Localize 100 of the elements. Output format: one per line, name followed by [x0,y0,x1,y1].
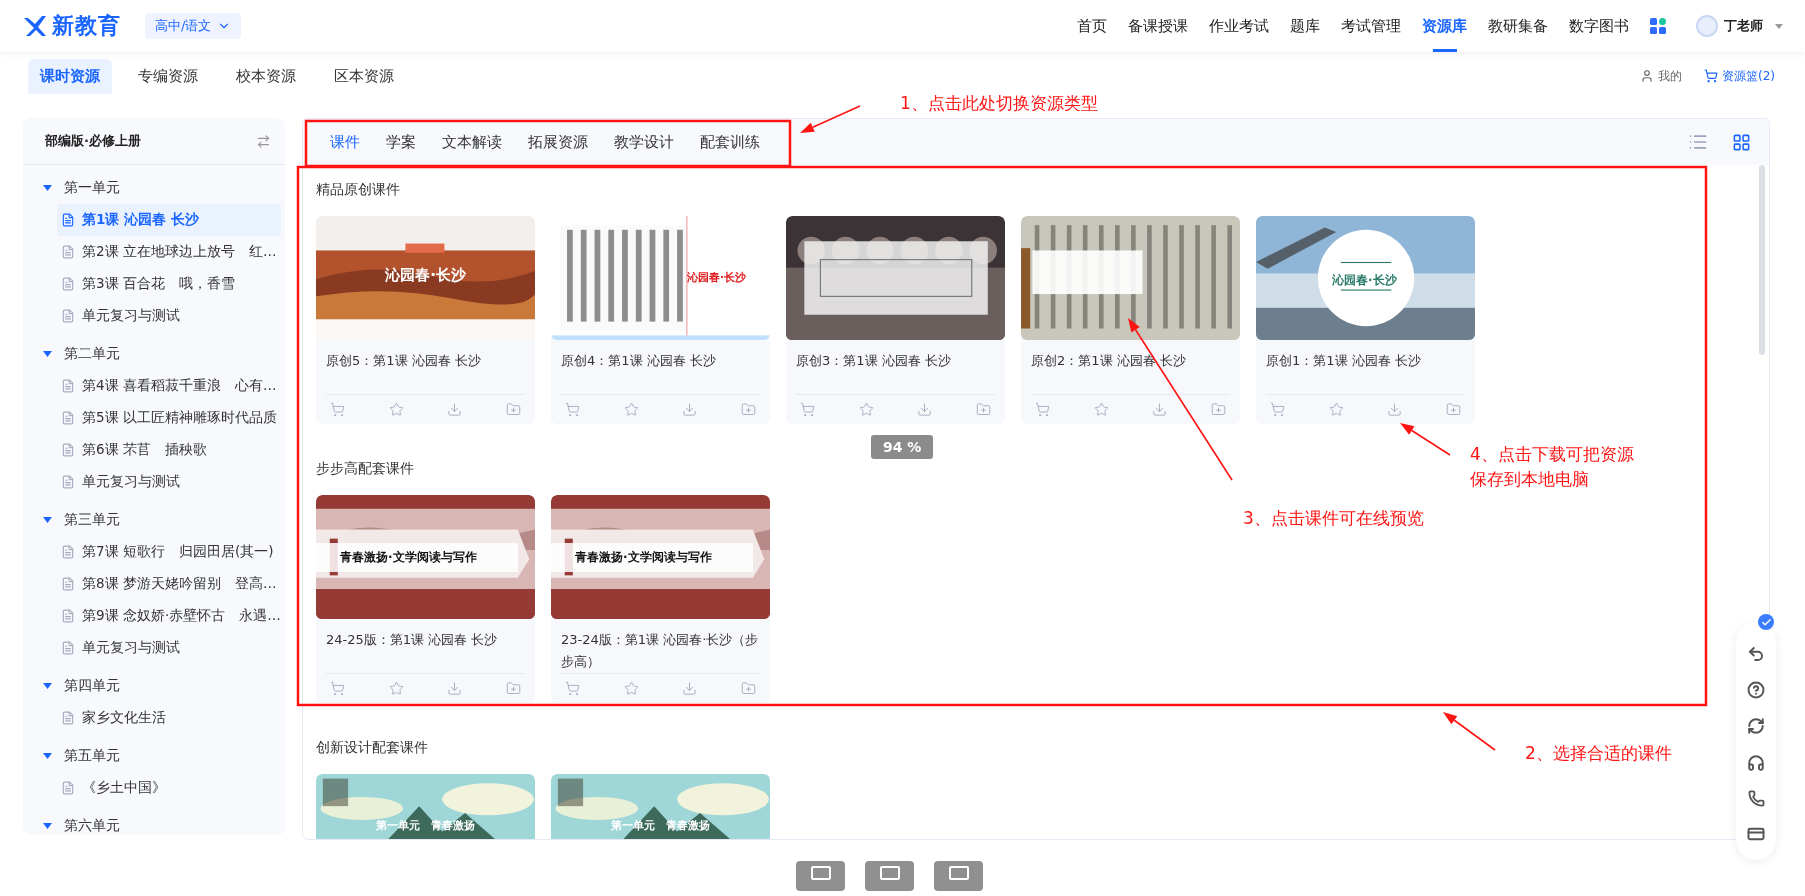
control-button[interactable] [796,861,845,891]
folder-button[interactable] [505,681,521,696]
resource-tab[interactable]: 课时资源 [28,58,112,94]
unit-label[interactable]: 第三单元 [64,511,120,529]
nav-item[interactable]: 考试管理 [1341,0,1401,52]
star-button[interactable] [1093,402,1109,417]
list-view-icon[interactable] [1688,132,1708,152]
lesson-item[interactable]: 第2课 立在地球边上放号 红… [57,236,281,268]
folder-button[interactable] [740,402,756,417]
resource-card[interactable]: 沁园春·长沙 原创4：第1课 沁园春 长沙 [551,216,770,424]
sidebar-title: 部编版·必修上册 [45,132,141,150]
my-link[interactable]: 我的 [1640,67,1682,85]
star-button[interactable] [623,402,639,417]
nav-item[interactable]: 教研集备 [1488,0,1548,52]
headset-icon[interactable] [1747,753,1765,772]
unit-label[interactable]: 第六单元 [64,817,120,835]
lesson-item[interactable]: 第7课 短歌行 归园田居(其一) [57,536,281,568]
resource-card[interactable]: 原创2：第1课 沁园春 长沙 [1021,216,1240,424]
lesson-item[interactable]: 第8课 梦游天姥吟留别 登高… [57,568,281,600]
user-name[interactable]: 丁老师 [1724,17,1763,35]
scrollbar[interactable] [1759,165,1765,355]
star-button[interactable] [388,681,404,696]
download-button[interactable] [447,681,463,696]
grid-view-icon[interactable] [1732,132,1751,152]
caret-icon[interactable] [43,517,52,523]
unit-label[interactable]: 第四单元 [64,677,120,695]
resource-tab[interactable]: 区本资源 [322,58,406,94]
resource-card[interactable]: 青春激扬·文学阅读与写作 23-24版：第1课 沁园春·长沙（步步高） [551,495,770,703]
cart-button[interactable] [800,402,815,417]
folder-button[interactable] [1445,402,1461,417]
resource-tab[interactable]: 校本资源 [224,58,308,94]
download-button[interactable] [1387,402,1403,417]
folder-button[interactable] [975,402,991,417]
star-button[interactable] [623,681,639,696]
basket-link[interactable]: 资源篮(2) [1704,67,1775,85]
lesson-item[interactable]: 家乡文化生活 [57,702,281,734]
help-icon[interactable] [1747,681,1765,700]
lesson-item[interactable]: 第4课 喜看稻菽千重浪 心有… [57,370,281,402]
control-button[interactable] [865,861,914,891]
caret-icon[interactable] [43,753,52,759]
caret-icon[interactable] [43,185,52,191]
caret-icon[interactable] [43,823,52,829]
type-tab[interactable]: 教学设计 [601,132,687,152]
star-button[interactable] [388,402,404,417]
refresh-icon[interactable] [1747,717,1765,736]
download-button[interactable] [917,402,933,417]
type-tab[interactable]: 配套训练 [687,132,773,152]
document-icon [61,781,75,795]
nav-item[interactable]: 资源库 [1422,0,1467,52]
nav-item[interactable]: 题库 [1290,0,1320,52]
folder-button[interactable] [1210,402,1226,417]
folder-button[interactable] [505,402,521,417]
caret-icon[interactable] [43,351,52,357]
star-button[interactable] [1328,402,1344,417]
resource-tab[interactable]: 专编资源 [126,58,210,94]
lesson-item[interactable]: 第6课 芣苢 插秧歌 [57,434,281,466]
apps-icon[interactable] [1650,18,1666,34]
resource-card[interactable]: 青春激扬·文学阅读与写作 24-25版：第1课 沁园春 长沙 [316,495,535,703]
nav-item[interactable]: 首页 [1077,0,1107,52]
nav-item[interactable]: 数字图书 [1569,0,1629,52]
lesson-item[interactable]: 第5课 以工匠精神雕琢时代品质 [57,402,281,434]
phone-icon[interactable] [1747,789,1765,807]
lesson-item[interactable]: 第3课 百合花 哦，香雪 [57,268,281,300]
cart-button[interactable] [330,402,345,417]
lesson-item[interactable]: 单元复习与测试 [57,466,281,498]
type-tab[interactable]: 学案 [373,132,429,152]
lesson-item[interactable]: 第1课 沁园春 长沙 [57,204,281,236]
unit-label[interactable]: 第一单元 [64,179,120,197]
download-button[interactable] [682,402,698,417]
download-button[interactable] [682,681,698,696]
cart-button[interactable] [565,681,580,696]
caret-icon[interactable] [43,683,52,689]
cart-button[interactable] [330,681,345,696]
type-tab[interactable]: 拓展资源 [515,132,601,152]
grade-selector[interactable]: 高中/语文 [145,13,242,39]
control-button[interactable] [934,861,983,891]
folder-button[interactable] [740,681,756,696]
caret-icon[interactable] [1775,23,1783,29]
avatar[interactable] [1696,15,1718,37]
lesson-item[interactable]: 单元复习与测试 [57,632,281,664]
cart-button[interactable] [1035,402,1050,417]
type-tab[interactable]: 课件 [317,132,373,152]
nav-item[interactable]: 备课授课 [1128,0,1188,52]
resource-card[interactable]: 沁园春·长沙 原创1：第1课 沁园春 长沙 [1256,216,1475,424]
star-button[interactable] [858,402,874,417]
undo-icon[interactable] [1747,645,1765,664]
nav-item[interactable]: 作业考试 [1209,0,1269,52]
resource-card[interactable]: 沁园春·长沙 原创5：第1课 沁园春 长沙 [316,216,535,424]
download-button[interactable] [447,402,463,417]
cart-button[interactable] [565,402,580,417]
download-button[interactable] [1152,402,1168,417]
type-tab[interactable]: 文本解读 [429,132,515,152]
lesson-item[interactable]: 《乡土中国》 [57,772,281,804]
cart-button[interactable] [1270,402,1285,417]
resource-card[interactable]: 原创3：第1课 沁园春 长沙 [786,216,1005,424]
lesson-item[interactable]: 第9课 念奴娇·赤壁怀古 永遇… [57,600,281,632]
lesson-item[interactable]: 单元复习与测试 [57,300,281,332]
unit-label[interactable]: 第二单元 [64,345,120,363]
unit-label[interactable]: 第五单元 [64,747,120,765]
switch-icon[interactable] [256,133,271,149]
